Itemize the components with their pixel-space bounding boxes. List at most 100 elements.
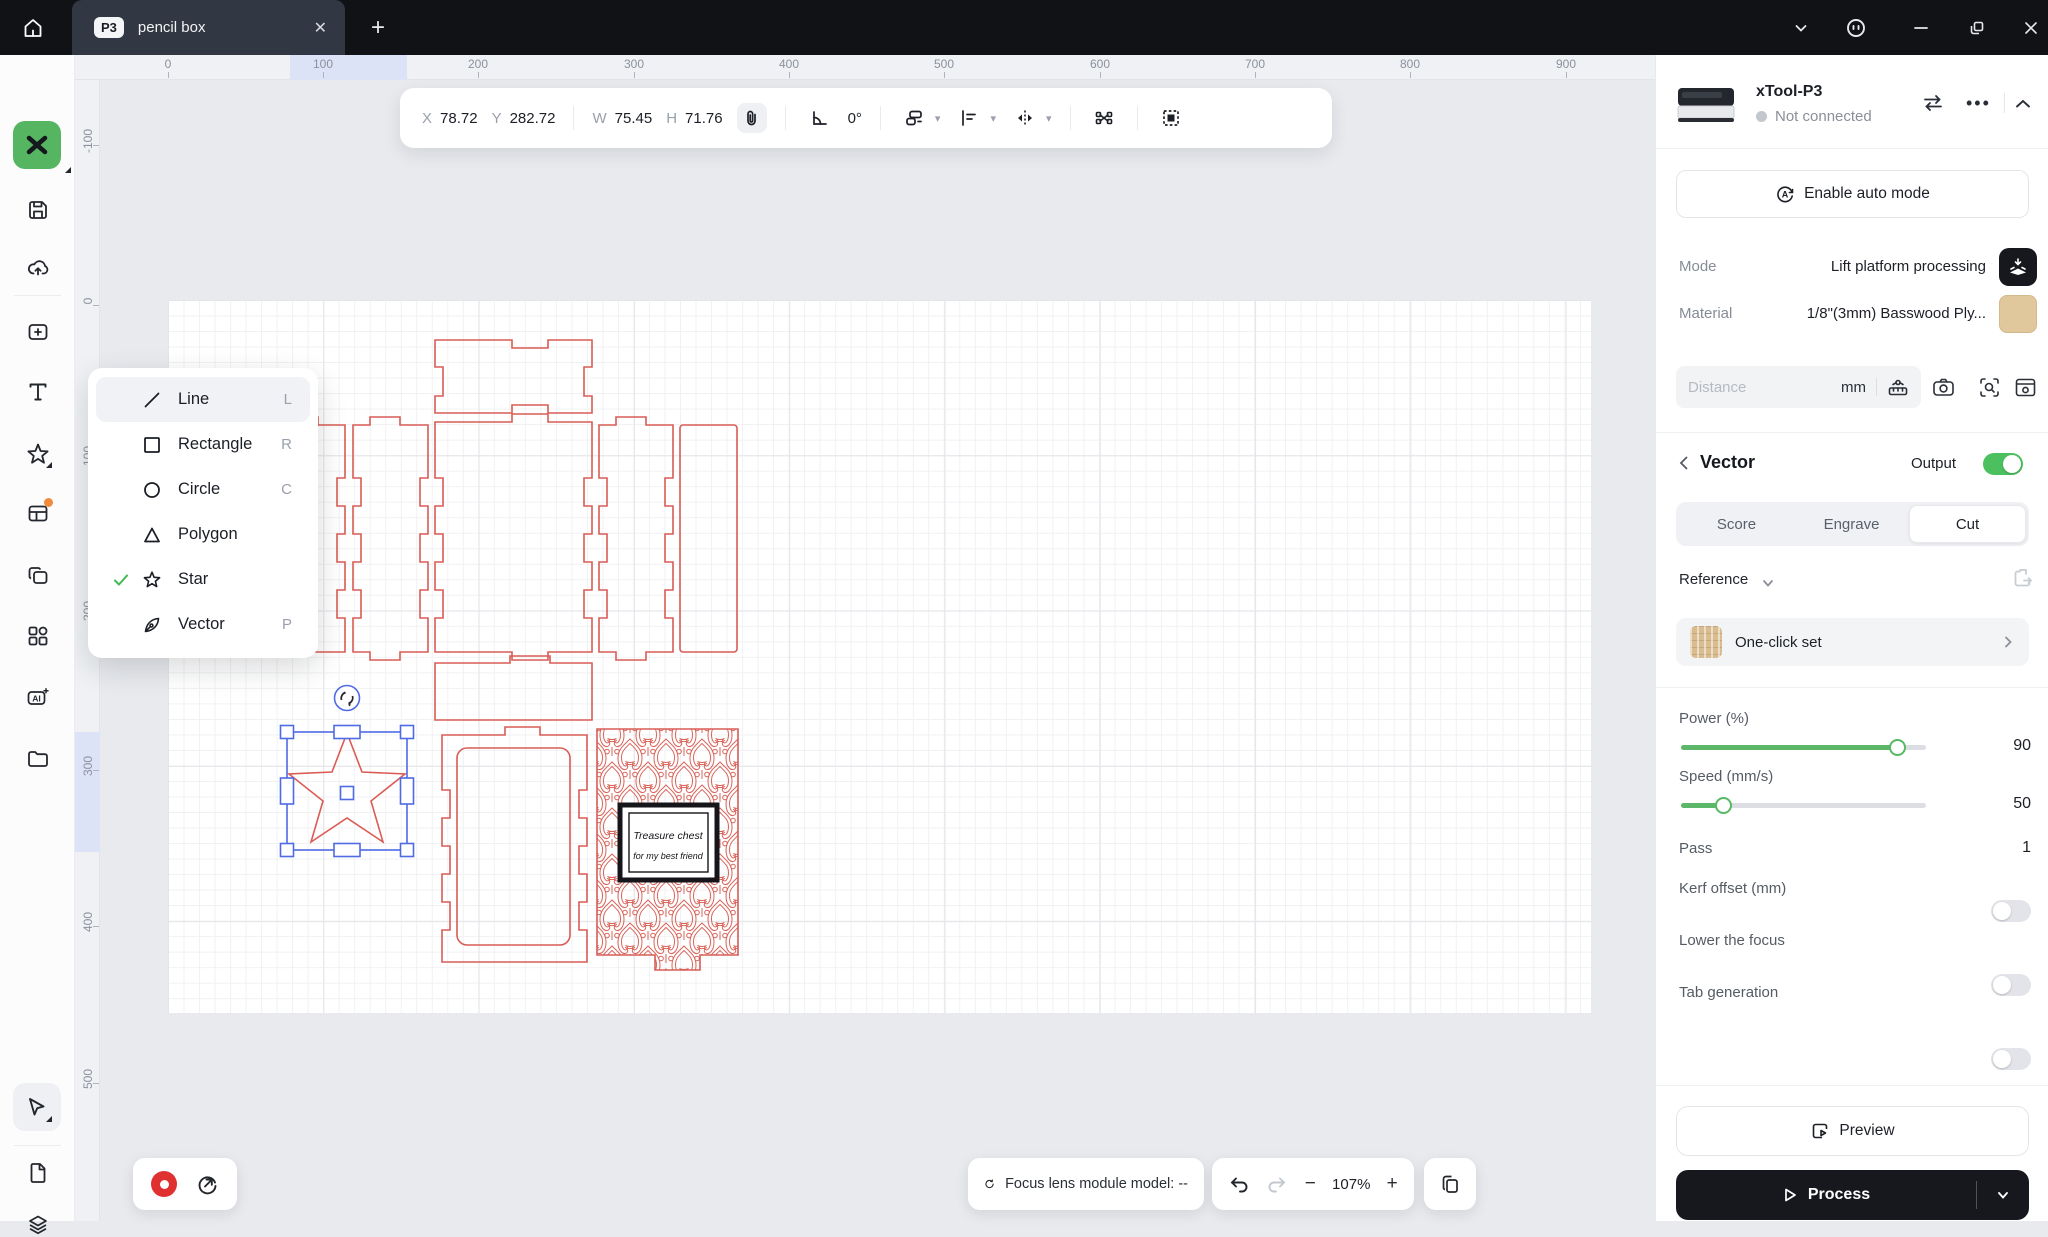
material-value[interactable]: 1/8"(3mm) Basswood Ply... — [1656, 305, 1986, 322]
material-swatch[interactable] — [1999, 295, 2037, 333]
tab-generation-toggle[interactable] — [1991, 1048, 2031, 1070]
play-icon — [1782, 1187, 1798, 1203]
layers-icon[interactable] — [26, 1213, 50, 1237]
text-tool-icon[interactable] — [26, 380, 50, 404]
width-field[interactable]: W75.45 — [592, 110, 652, 127]
speed-value[interactable]: 50 — [1956, 795, 2031, 813]
menu-item-rectangle[interactable]: Rectangle R — [96, 422, 310, 467]
power-value[interactable]: 90 — [1956, 737, 2031, 755]
x-field[interactable]: X78.72 — [422, 110, 478, 127]
one-click-set-row[interactable]: One-click set — [1676, 618, 2029, 666]
collapse-panel-icon[interactable] — [2014, 95, 2032, 113]
camera-icon[interactable] — [1932, 376, 1955, 399]
apps-grid-icon[interactable] — [26, 624, 50, 648]
select-tool-active[interactable] — [13, 1083, 61, 1131]
ai-image-icon[interactable]: AI — [26, 686, 50, 710]
export-settings-icon[interactable] — [2012, 567, 2034, 589]
kerf-toggle[interactable] — [1991, 900, 2031, 922]
align-icon[interactable] — [954, 103, 984, 133]
tab-score[interactable]: Score — [1679, 505, 1794, 543]
redo-icon[interactable] — [1266, 1173, 1288, 1195]
duplicate-icon[interactable] — [26, 564, 50, 588]
switch-device-icon[interactable] — [1921, 91, 1945, 115]
speed-slider[interactable] — [1681, 803, 1926, 808]
pass-value[interactable]: 1 — [1956, 839, 2031, 857]
more-options-icon[interactable]: ••• — [1966, 93, 1991, 114]
mode-value[interactable]: Lift platform processing — [1656, 258, 1986, 275]
menu-item-star[interactable]: Star — [96, 557, 310, 602]
speed-label: Speed (mm/s) — [1679, 768, 1773, 785]
rotation-value[interactable]: 0° — [848, 110, 862, 127]
left-toolbar: AI — [0, 55, 75, 1221]
pass-label: Pass — [1679, 840, 1712, 857]
mirror-chevron-icon[interactable]: ▾ — [1046, 112, 1052, 125]
align-chevron-icon[interactable]: ▾ — [990, 112, 996, 125]
mode-icon-button[interactable] — [1999, 248, 2037, 286]
back-chevron-icon[interactable] — [1676, 455, 1692, 471]
document-tab[interactable]: P3 pencil box ✕ — [72, 0, 345, 55]
right-panel: xTool-P3 Not connected ••• A Enable auto… — [1655, 55, 2048, 1221]
home-button[interactable] — [12, 8, 54, 48]
height-field[interactable]: H71.76 — [666, 110, 722, 127]
y-field[interactable]: Y282.72 — [492, 110, 556, 127]
feedback-smiley-icon[interactable] — [1841, 14, 1871, 42]
chevron-down-icon[interactable] — [1786, 14, 1816, 42]
menu-item-vector[interactable]: Vector P — [96, 602, 310, 647]
zoom-out-button[interactable]: − — [1305, 1173, 1316, 1195]
enable-auto-mode-button[interactable]: A Enable auto mode — [1676, 170, 2029, 218]
distance-input[interactable] — [1688, 379, 1788, 396]
zoom-pill: − 107% + — [1212, 1158, 1414, 1210]
undo-icon[interactable] — [1228, 1173, 1250, 1195]
focus-lens-pill[interactable]: Focus lens module model: -- — [968, 1158, 1204, 1210]
refresh-icon[interactable] — [984, 1174, 995, 1194]
device-status: Not connected — [1775, 108, 1872, 125]
copy-pages-icon — [1439, 1173, 1461, 1195]
record-pill — [133, 1158, 237, 1210]
ruler-icon[interactable] — [1887, 376, 1909, 398]
share-icon[interactable] — [195, 1172, 219, 1196]
power-slider[interactable] — [1681, 745, 1926, 750]
menu-item-circle[interactable]: Circle C — [96, 467, 310, 512]
save-icon[interactable] — [26, 198, 50, 222]
page-icon[interactable] — [26, 1161, 50, 1185]
new-tab-button[interactable]: + — [362, 12, 394, 44]
reference-chevron-icon[interactable] — [1761, 576, 1775, 590]
close-button[interactable] — [2016, 14, 2046, 42]
cloud-upload-icon[interactable] — [26, 256, 50, 280]
output-toggle[interactable] — [1983, 453, 2023, 475]
lower-focus-toggle[interactable] — [1991, 974, 2031, 996]
select-tool-dropdown-indicator — [46, 1116, 52, 1122]
select-frame-icon[interactable] — [1156, 103, 1186, 133]
zoom-in-button[interactable]: + — [1387, 1173, 1398, 1195]
process-dropdown-icon[interactable] — [1977, 1188, 2029, 1202]
tab-cut[interactable]: Cut — [1909, 505, 2026, 543]
tab-close-icon[interactable]: ✕ — [314, 18, 327, 38]
tab-badge: P3 — [94, 17, 124, 38]
menu-item-polygon[interactable]: Polygon — [96, 512, 310, 557]
zoom-level[interactable]: 107% — [1332, 1176, 1370, 1193]
edit-nodes-icon[interactable] — [1089, 103, 1119, 133]
tab-engrave[interactable]: Engrave — [1794, 505, 1909, 543]
artboard-grid[interactable] — [168, 300, 1591, 1013]
panel-camera-icon[interactable] — [2014, 376, 2037, 399]
arrange-icon[interactable] — [899, 103, 929, 133]
kerf-label: Kerf offset (mm) — [1679, 880, 1786, 897]
preview-button[interactable]: Preview — [1676, 1106, 2029, 1156]
xtool-logo[interactable] — [13, 121, 61, 169]
ruler-top: 0 100 200 300 400 500 600 700 800 900 — [75, 55, 1655, 80]
menu-item-line[interactable]: Line L — [96, 377, 310, 422]
process-button[interactable]: Process — [1676, 1170, 2029, 1220]
rotation-angle-icon[interactable] — [804, 103, 834, 133]
lock-ratio-icon[interactable] — [737, 103, 767, 133]
restore-button[interactable] — [1962, 14, 1992, 42]
import-image-icon[interactable] — [26, 320, 50, 344]
scan-icon[interactable] — [1978, 376, 2001, 399]
pages-pill[interactable] — [1424, 1158, 1476, 1210]
minimize-button[interactable] — [1906, 14, 1936, 42]
record-button[interactable] — [151, 1171, 177, 1197]
mirror-icon[interactable] — [1010, 103, 1040, 133]
shape-tool[interactable] — [26, 442, 50, 466]
arrange-chevron-icon[interactable]: ▾ — [935, 112, 941, 125]
folder-icon[interactable] — [26, 747, 50, 771]
material-library-tool[interactable] — [26, 502, 50, 526]
